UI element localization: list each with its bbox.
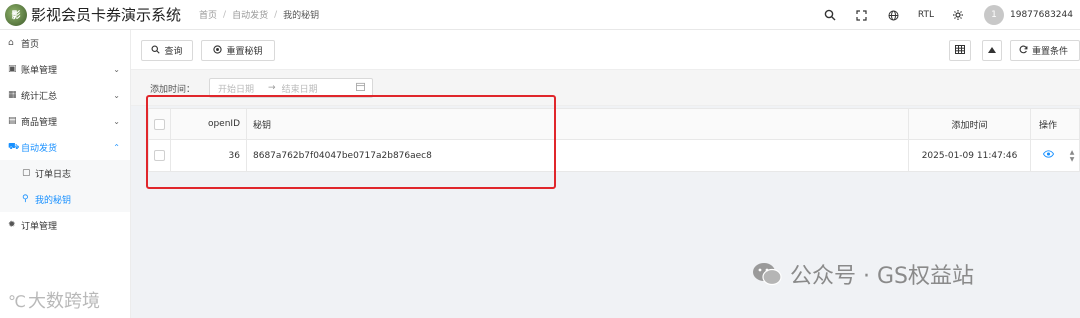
chevron-down-icon: ⌄	[113, 64, 120, 74]
eye-icon[interactable]	[1042, 150, 1054, 161]
square-icon: ▢	[22, 168, 31, 178]
breadcrumb-home[interactable]: 首页	[199, 8, 217, 21]
sidebar-item-label: 商品管理	[21, 117, 58, 128]
toolbar: 查询 重置秘钥 重置条件	[131, 30, 1080, 70]
sidebar-item-label: 订单管理	[21, 221, 58, 232]
brand-watermark: ℃ 大数跨境	[8, 287, 100, 313]
sidebar-item-order-log[interactable]: ▢ 订单日志	[0, 160, 130, 186]
sidebar-item-label: 首页	[21, 39, 40, 50]
search-icon[interactable]	[814, 0, 846, 30]
key-icon: ⚲	[22, 194, 29, 204]
wechat-icon	[752, 261, 782, 287]
calendar-icon: ▤	[8, 116, 17, 126]
sidebar-item-home[interactable]: ⌂ 首页	[0, 30, 130, 56]
target-icon	[213, 44, 223, 57]
end-date-input[interactable]: 结束日期	[282, 82, 318, 95]
scroll-down-icon: ▼	[1069, 155, 1075, 163]
row-actions	[1031, 140, 1065, 171]
avatar[interactable]: 1	[984, 5, 1004, 25]
breadcrumb-current: 我的秘钥	[283, 11, 320, 21]
column-settings-button[interactable]	[949, 40, 971, 61]
refresh-icon	[1019, 45, 1028, 57]
sidebar-item-label: 统计汇总	[21, 91, 58, 102]
rtl-toggle[interactable]: RTL	[910, 10, 942, 20]
breadcrumb-separator: /	[223, 9, 227, 20]
range-arrow: →	[268, 83, 276, 93]
header-add-time[interactable]: 添加时间	[909, 109, 1031, 139]
gear-icon: ✹	[8, 220, 16, 230]
start-date-input[interactable]: 开始日期	[218, 82, 254, 95]
chevron-up-icon: ⌃	[113, 142, 120, 152]
sidebar-item-bills[interactable]: ▣ 账单管理 ⌄	[0, 56, 130, 82]
scroll-up-icon: ▲	[1069, 148, 1075, 156]
calendar-icon	[356, 82, 365, 94]
caret-up-icon	[988, 46, 996, 56]
app-logo[interactable]: 影	[5, 3, 27, 26]
car-icon: ⛟	[8, 141, 20, 152]
brand-watermark-text: 大数跨境	[27, 291, 100, 312]
date-filter-label: 添加时间：	[150, 85, 196, 95]
vertical-scrollbar[interactable]: ▲ ▼	[1065, 140, 1079, 171]
top-header: 影 影视会员卡券演示系统 首页 / 自动发货 / 我的秘钥 RTL 1 1987…	[0, 0, 1080, 30]
sidebar-item-auto-ship[interactable]: ⛟ 自动发货 ⌃	[0, 134, 130, 160]
app-title: 影视会员卡券演示系统	[31, 6, 182, 24]
reset-filter-button-label: 重置条件	[1032, 47, 1069, 57]
sidebar-item-stats[interactable]: ▦ 统计汇总 ⌄	[0, 82, 130, 108]
home-icon: ⌂	[8, 38, 14, 48]
query-button-label: 查询	[164, 47, 183, 57]
row-add-time: 2025-01-09 11:47:46	[909, 140, 1031, 171]
query-button[interactable]: 查询	[141, 40, 193, 61]
grid-icon	[955, 44, 965, 57]
header-actions: 操作	[1038, 120, 1057, 131]
username[interactable]: 19877683244	[1010, 10, 1080, 20]
wechat-watermark-text: 公众号 · GS权益站	[790, 264, 974, 289]
breadcrumb: 首页 / 自动发货 / 我的秘钥	[199, 8, 320, 22]
sidebar-item-orders[interactable]: ✹ 订单管理	[0, 212, 130, 238]
sidebar-item-label: 我的秘钥	[35, 195, 72, 206]
wechat-watermark: 公众号 · GS权益站	[752, 258, 974, 290]
search-icon	[151, 44, 161, 57]
header-actions: RTL 1 19877683244	[814, 0, 1080, 30]
sidebar-item-products[interactable]: ▤ 商品管理 ⌄	[0, 108, 130, 134]
sidebar-submenu: ▢ 订单日志 ⚲ 我的秘钥	[0, 160, 130, 212]
fullscreen-icon[interactable]	[846, 0, 878, 30]
sidebar-item-label: 订单日志	[35, 169, 72, 180]
sidebar-item-label: 账单管理	[21, 65, 58, 76]
table-icon: ▦	[8, 90, 17, 100]
bill-icon: ▣	[8, 64, 17, 74]
reset-filter-button[interactable]: 重置条件	[1010, 40, 1080, 61]
breadcrumb-separator: /	[274, 9, 278, 20]
settings-icon[interactable]	[942, 0, 974, 30]
reset-key-button-label: 重置秘钥	[226, 47, 263, 57]
sidebar-item-label: 自动发货	[21, 143, 58, 154]
reset-key-button[interactable]: 重置秘钥	[201, 40, 275, 61]
breadcrumb-auto-ship[interactable]: 自动发货	[232, 8, 268, 21]
highlight-box	[146, 95, 556, 189]
sidebar: ⌂ 首页 ▣ 账单管理 ⌄ ▦ 统计汇总 ⌄ ▤ 商品管理 ⌄ ⛟ 自动发货 ⌃…	[0, 30, 131, 318]
sidebar-item-my-keys[interactable]: ⚲ 我的秘钥	[0, 186, 130, 212]
collapse-button[interactable]	[982, 40, 1002, 61]
chevron-down-icon: ⌄	[113, 90, 120, 100]
brand-logo-icon: ℃	[8, 292, 26, 311]
globe-icon[interactable]	[878, 0, 910, 30]
chevron-down-icon: ⌄	[113, 116, 120, 126]
